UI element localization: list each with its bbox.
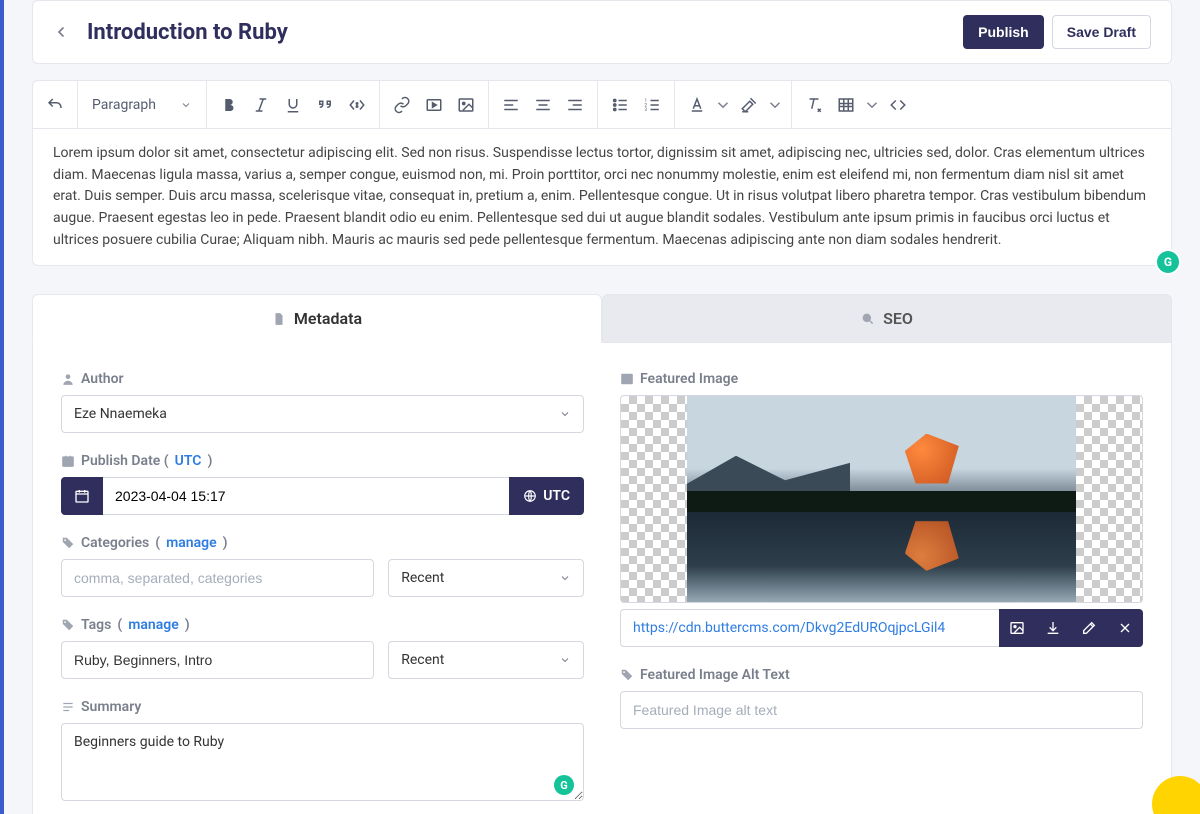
publish-date-input[interactable] — [103, 477, 509, 515]
unordered-list-button[interactable] — [605, 90, 635, 120]
featured-image-remove-button[interactable] — [1107, 609, 1143, 647]
calendar-button[interactable] — [61, 477, 103, 515]
italic-button[interactable] — [246, 90, 276, 120]
utc-button[interactable]: UTC — [509, 477, 584, 515]
featured-image-download-button[interactable] — [1035, 609, 1071, 647]
utc-link[interactable]: UTC — [175, 453, 202, 469]
align-left-button[interactable] — [496, 90, 526, 120]
summary-textarea[interactable] — [61, 723, 584, 801]
categories-label: Categories (manage) — [61, 535, 584, 551]
text-color-button[interactable] — [682, 90, 712, 120]
editor-content-area[interactable]: Lorem ipsum dolor sit amet, consectetur … — [33, 129, 1171, 265]
ordered-list-button[interactable]: 123 — [637, 90, 667, 120]
editor-content-text: Lorem ipsum dolor sit amet, consectetur … — [53, 145, 1146, 248]
featured-image-url[interactable]: https://cdn.buttercms.com/Dkvg2EdUROqjpc… — [620, 609, 999, 647]
underline-button[interactable] — [278, 90, 308, 120]
author-select[interactable]: Eze Nnaemeka — [61, 395, 584, 433]
page-title: Introduction to Ruby — [87, 20, 288, 45]
featured-image-alt-input[interactable] — [620, 691, 1143, 729]
tags-recent-select[interactable]: Recent — [388, 641, 584, 679]
tags-input[interactable] — [61, 641, 374, 679]
clear-format-button[interactable] — [799, 90, 829, 120]
align-center-button[interactable] — [528, 90, 558, 120]
author-label: Author — [61, 371, 584, 387]
featured-image-edit-button[interactable] — [1071, 609, 1107, 647]
align-right-button[interactable] — [560, 90, 590, 120]
blockquote-button[interactable] — [310, 90, 340, 120]
text-color-chevron[interactable] — [714, 90, 732, 120]
editor-card: Paragraph 123 — [32, 80, 1172, 266]
publish-date-label: Publish Date ( UTC ) — [61, 453, 584, 469]
tags-label: Tags (manage) — [61, 617, 584, 633]
tab-metadata-label: Metadata — [294, 309, 362, 328]
featured-image-label: Featured Image — [620, 371, 1143, 387]
link-button[interactable] — [387, 90, 417, 120]
bold-button[interactable] — [214, 90, 244, 120]
tag-icon — [620, 668, 634, 682]
undo-button[interactable] — [40, 90, 70, 120]
categories-recent-select[interactable]: Recent — [388, 559, 584, 597]
file-icon — [272, 312, 286, 326]
editor-toolbar: Paragraph 123 — [33, 81, 1171, 129]
block-format-select[interactable]: Paragraph — [84, 97, 200, 113]
table-chevron[interactable] — [863, 90, 881, 120]
search-icon — [861, 312, 875, 326]
tags-manage-link[interactable]: manage — [128, 617, 179, 633]
table-button[interactable] — [831, 90, 861, 120]
publish-button[interactable]: Publish — [963, 15, 1044, 49]
tags-icon — [61, 618, 75, 632]
source-code-button[interactable] — [883, 90, 913, 120]
featured-image-replace-button[interactable] — [999, 609, 1035, 647]
header-bar: Introduction to Ruby Publish Save Draft — [32, 0, 1172, 64]
featured-image-preview[interactable] — [620, 395, 1143, 603]
image-icon — [620, 372, 634, 386]
summary-label: Summary — [61, 699, 584, 715]
highlight-button[interactable] — [734, 90, 764, 120]
svg-text:3: 3 — [644, 107, 647, 113]
user-icon — [61, 372, 75, 386]
video-button[interactable] — [419, 90, 449, 120]
save-draft-button[interactable]: Save Draft — [1052, 15, 1151, 49]
categories-manage-link[interactable]: manage — [166, 535, 217, 551]
block-format-label: Paragraph — [92, 97, 156, 113]
highlight-chevron[interactable] — [766, 90, 784, 120]
author-value: Eze Nnaemeka — [74, 406, 167, 422]
featured-image-alt-label: Featured Image Alt Text — [620, 667, 1143, 683]
tab-seo[interactable]: SEO — [602, 294, 1172, 343]
tab-seo-label: SEO — [883, 309, 913, 328]
code-block-button[interactable] — [342, 90, 372, 120]
list-icon — [61, 700, 75, 714]
back-button[interactable] — [53, 24, 69, 40]
categories-input[interactable] — [61, 559, 374, 597]
image-button[interactable] — [451, 90, 481, 120]
tags-icon — [61, 536, 75, 550]
calendar-icon — [61, 454, 75, 468]
tab-metadata[interactable]: Metadata — [32, 294, 602, 343]
grammarly-icon[interactable]: G — [1157, 251, 1179, 273]
